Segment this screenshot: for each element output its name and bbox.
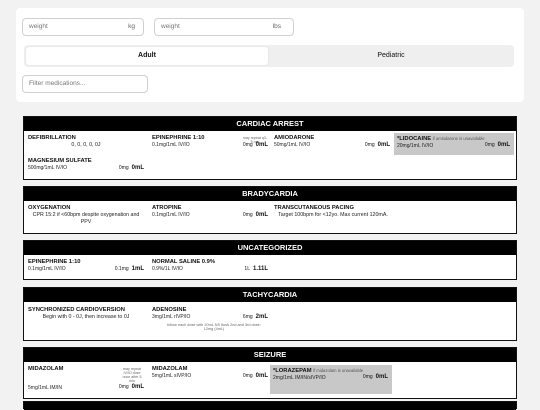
med-name: MAGNESIUM SULFATE xyxy=(28,158,92,164)
med-dose: 6mg 2mL xyxy=(243,314,268,321)
section-seizure: SEIZURE MIDAZOLAM may repeat IV/IO dose … xyxy=(23,347,517,399)
controls-card: weight kg weight lbs Adult Pediatric Fil… xyxy=(16,8,524,102)
dose-ml: 0mL xyxy=(255,373,268,379)
dose-mg: 0mg xyxy=(118,165,129,171)
weight-lbs-input[interactable]: weight lbs xyxy=(154,18,294,36)
med-epinephrine-uncat[interactable]: EPINEPHRINE 1:10 0.1mg/1mL IV/IO 0.1mg 1m… xyxy=(28,259,144,279)
med-concentration: 5mg/1mL IM/IN xyxy=(28,385,62,391)
med-dose: 0.1mg 1mL xyxy=(115,266,144,273)
med-desc: Begin with 0 - 0J, then increase to 0J xyxy=(42,314,130,320)
med-lidocaine[interactable]: *LIDOCAINE if amiodarone is unavailable … xyxy=(394,133,514,155)
med-atropine[interactable]: ATROPINE 0.1mg/1mL IV/IO 0mg 0mL xyxy=(152,205,268,225)
med-name: DEFIBRILLATION xyxy=(28,135,76,141)
dose-ml: 0mL xyxy=(497,142,510,148)
section-tachycardia: TACHYCARDIA SYNCHRONIZED CARDIOVERSION B… xyxy=(23,287,517,341)
tab-adult[interactable]: Adult xyxy=(26,47,268,65)
med-name: ADENOSINE xyxy=(152,307,187,313)
lbs-unit-label: lbs xyxy=(272,23,281,30)
section-title: UNCATEGORIZED xyxy=(24,241,516,255)
weight-kg-placeholder: weight xyxy=(29,23,48,30)
med-epinephrine[interactable]: EPINEPHRINE 1:10 may repeat q3-5 min 0.1… xyxy=(152,135,268,155)
dose-ml: 2mL xyxy=(255,314,268,320)
med-name: ATROPINE xyxy=(152,205,182,211)
med-desc: 0, 0, 0, 0, 0J xyxy=(71,142,101,148)
dose-ml: 0mL xyxy=(377,142,390,148)
weight-kg-input[interactable]: weight kg xyxy=(22,18,144,36)
section-title-partial xyxy=(24,402,516,410)
med-amiodarone[interactable]: AMIODARONE 50mg/1mL IV/IO 0mg 0mL xyxy=(274,135,390,155)
section-title: TACHYCARDIA xyxy=(24,288,516,302)
med-midazolam-iv[interactable]: MIDAZOLAM 5mg/1mL sIVP/IO 0mg 0mL xyxy=(152,366,268,386)
med-dose: 0mg 0mL xyxy=(365,142,390,149)
med-normal-saline[interactable]: NORMAL SALINE 0.9% 0.9%/1L IV/IO 1L 1.11L xyxy=(152,259,268,279)
dose-mg: 0mg xyxy=(118,384,129,390)
tab-pediatric[interactable]: Pediatric xyxy=(270,47,512,65)
dose-mg: 0mg xyxy=(242,212,253,218)
med-name: AMIODARONE xyxy=(274,135,315,141)
dose-ml: 0mL xyxy=(255,142,268,148)
med-oxygenation[interactable]: OXYGENATION CPR 15:2 if <60bpm despite o… xyxy=(28,205,144,226)
med-name: NORMAL SALINE 0.9% xyxy=(152,259,216,265)
dose-mg: 0.1mg xyxy=(114,266,129,272)
dose-mg: 6mg xyxy=(242,314,253,320)
dose-ml: 1.11L xyxy=(252,266,268,272)
dose-mg: 0mg xyxy=(242,142,253,148)
med-desc: CPR 15:2 if <60bpm despite oxygenation a… xyxy=(32,212,140,225)
kg-unit-label: kg xyxy=(128,23,135,30)
filter-placeholder: Filter medications... xyxy=(29,80,86,87)
dose-ml: 0mL xyxy=(131,165,144,171)
dose-mg: 0mg xyxy=(362,374,373,380)
dose-ml: 0mL xyxy=(131,384,144,390)
med-dose: 1L 1.11L xyxy=(244,266,268,273)
med-name: OXYGENATION xyxy=(28,205,71,211)
med-name: TRANSCUTANEOUS PACING xyxy=(274,205,354,211)
med-dose: 0mg 0mL xyxy=(485,142,510,149)
next-section-header xyxy=(23,401,517,410)
med-dose: 0mg 0mL xyxy=(243,373,268,380)
section-title: CARDIAC ARREST xyxy=(24,117,516,131)
med-name: SYNCHRONIZED CARDIOVERSION xyxy=(28,307,125,313)
med-name: *LIDOCAINE xyxy=(397,136,432,142)
med-dose: 0mg 0mL xyxy=(119,165,144,172)
med-magnesium-sulfate[interactable]: MAGNESIUM SULFATE 500mg/1mL IV/IO 0mg 0mL xyxy=(28,158,144,178)
section-bradycardia: BRADYCARDIA OXYGENATION CPR 15:2 if <60b… xyxy=(23,186,517,234)
med-note: follow each dose with 20mL NS flush 2nd … xyxy=(167,323,261,331)
med-name: MIDAZOLAM xyxy=(152,366,188,372)
med-note: if amiodarone is unavailable xyxy=(432,136,485,141)
section-uncategorized: UNCATEGORIZED EPINEPHRINE 1:10 0.1mg/1mL… xyxy=(23,240,517,280)
med-dose: 0mg 0mL xyxy=(363,374,388,381)
med-synchronized-cardioversion[interactable]: SYNCHRONIZED CARDIOVERSION Begin with 0 … xyxy=(28,307,144,321)
med-lorazepam[interactable]: *LORAZEPAM if midazolam is unavailable 2… xyxy=(270,365,392,394)
dose-mg: 0mg xyxy=(242,373,253,379)
med-transcutaneous-pacing[interactable]: TRANSCUTANEOUS PACING Target 100bpm for … xyxy=(274,205,392,219)
section-cardiac-arrest: CARDIAC ARREST DEFIBRILLATION 0, 0, 0, 0… xyxy=(23,116,517,180)
med-dose: 0mg 0mL xyxy=(243,212,268,219)
med-midazolam-im[interactable]: MIDAZOLAM may repeat IV/IO dose once aft… xyxy=(28,366,144,396)
med-adenosine[interactable]: ADENOSINE 3mg/1mL rIVP/IO 6mg 2mL follow … xyxy=(152,307,268,339)
filter-medications-input[interactable]: Filter medications... xyxy=(22,75,148,93)
med-note: may repeat IV/IO dose once after 5 min xyxy=(122,367,142,383)
dose-ml: 0mL xyxy=(255,212,268,218)
dose-mg: 0mg xyxy=(484,142,495,148)
med-note: if midazolam is unavailable xyxy=(313,368,364,373)
weight-lbs-placeholder: weight xyxy=(161,23,180,30)
med-dose: 0mg 0mL xyxy=(243,142,268,149)
med-dose: 0mg 0mL xyxy=(119,384,144,391)
section-title: SEIZURE xyxy=(24,348,516,362)
dose-mg: 1L xyxy=(244,266,250,272)
med-name: EPINEPHRINE 1:10 xyxy=(28,259,81,265)
dose-ml: 0mL xyxy=(375,374,388,380)
age-group-toggle: Adult Pediatric xyxy=(24,45,514,67)
dose-ml: 1mL xyxy=(131,266,144,272)
dose-mg: 0mg xyxy=(364,142,375,148)
section-title: BRADYCARDIA xyxy=(24,187,516,201)
med-name: *LORAZEPAM xyxy=(273,368,312,374)
med-defibrillation[interactable]: DEFIBRILLATION 0, 0, 0, 0, 0J xyxy=(28,135,144,149)
med-desc: Target 100bpm for <12yo. Max current 120… xyxy=(278,212,388,218)
